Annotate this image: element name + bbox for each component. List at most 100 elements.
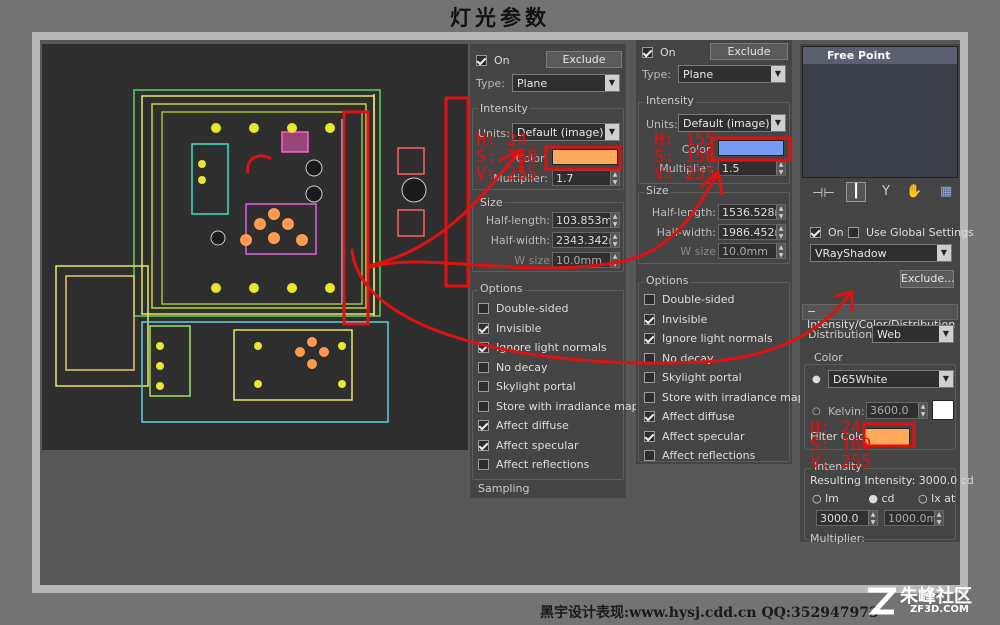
option-row[interactable]: Skylight portal — [644, 371, 742, 384]
option-checkbox[interactable] — [644, 430, 655, 442]
option-checkbox[interactable] — [478, 459, 489, 470]
option-row[interactable]: Invisible — [644, 313, 707, 326]
option-checkbox[interactable] — [644, 411, 655, 422]
option-row[interactable]: Invisible — [478, 322, 541, 335]
kelvin-spinner[interactable]: 3600.0 ▲ ▼ — [866, 402, 928, 419]
option-row[interactable]: Skylight portal — [478, 380, 576, 393]
site-logo: 朱峰社区 ZF3D.COM — [866, 582, 996, 622]
half-length-spinner[interactable]: 1536.528r ▲ ▼ — [718, 204, 786, 220]
pin-icon[interactable]: ⊣⊢ — [812, 186, 835, 201]
exclude-button[interactable]: Exclude — [710, 43, 788, 60]
color-preset-dropdown[interactable]: D65White ▼ — [828, 370, 954, 388]
option-checkbox[interactable] — [478, 303, 489, 314]
half-width-spinner[interactable]: 1986.452r ▲ ▼ — [718, 224, 786, 240]
half-length-value: 103.853m — [556, 214, 613, 227]
options-header: Options — [478, 282, 525, 295]
list-item-free-point[interactable]: Free Point — [803, 47, 957, 64]
option-checkbox[interactable] — [644, 372, 655, 383]
exclude-button[interactable]: Exclude... — [900, 270, 955, 288]
option-row[interactable]: Ignore light normals — [478, 341, 607, 354]
on-checkbox[interactable] — [476, 55, 487, 66]
option-label: No decay — [662, 351, 714, 365]
on-checkbox[interactable] — [810, 227, 821, 238]
option-checkbox[interactable] — [644, 450, 655, 461]
on-checkbox[interactable] — [642, 47, 653, 58]
option-checkbox[interactable] — [478, 420, 489, 431]
option-row[interactable]: Store with irradiance map — [644, 391, 805, 404]
on-checkbox-row[interactable]: On — [476, 54, 510, 67]
light-params-panel-2: On Exclude Type: Plane ▼ Intensity Units:… — [636, 40, 805, 464]
radio-cd[interactable]: ● — [868, 492, 881, 505]
on-checkbox-row[interactable]: On — [810, 226, 844, 239]
option-row[interactable]: No decay — [644, 352, 714, 365]
color-swatch[interactable] — [718, 140, 784, 156]
exclude-button[interactable]: Exclude — [546, 51, 622, 68]
half-width-spinner[interactable]: 2343.342n ▲ ▼ — [552, 232, 620, 248]
option-row[interactable]: Affect specular — [478, 439, 579, 452]
options-header: Options — [644, 274, 691, 287]
light-type-list[interactable]: Free Point — [802, 46, 958, 178]
rollout-header[interactable]: − Intensity/Color/Distribution — [802, 304, 958, 331]
on-checkbox-row[interactable]: On — [642, 46, 676, 59]
kelvin-color-swatch[interactable] — [932, 400, 954, 420]
logo-z-icon — [868, 587, 896, 615]
shadow-type-dropdown[interactable]: VRayShadow ▼ — [810, 244, 952, 262]
global-settings-checkbox[interactable] — [848, 227, 859, 238]
option-checkbox[interactable] — [644, 391, 655, 403]
global-settings-row[interactable]: Use Global Settings — [848, 226, 974, 239]
configure-icon[interactable]: ▦ — [940, 184, 952, 199]
multiplier-value: 1.7 — [556, 172, 574, 185]
option-row[interactable]: Affect reflections — [478, 458, 589, 471]
intensity-value-spinner[interactable]: 3000.0 ▲ ▼ — [816, 510, 878, 526]
option-row[interactable]: Affect diffuse — [478, 419, 569, 432]
w-size-spinner[interactable]: 10.0mm ▲ ▼ — [718, 243, 786, 259]
type-dropdown[interactable]: Plane ▼ — [678, 65, 786, 83]
option-row[interactable]: Affect specular — [644, 430, 745, 443]
option-checkbox[interactable] — [478, 322, 489, 334]
radio-lx[interactable]: ○ — [918, 492, 931, 505]
option-label: Affect reflections — [496, 458, 590, 471]
option-row[interactable]: Store with irradiance map — [478, 400, 639, 413]
intensity-header: Intensity — [478, 102, 530, 115]
radio-lm-label: lm — [825, 492, 839, 505]
page-title: 灯光参数 — [450, 5, 550, 30]
option-checkbox[interactable] — [478, 400, 489, 412]
funnel-icon[interactable]: Y — [882, 184, 890, 199]
option-checkbox[interactable] — [644, 333, 655, 344]
option-row[interactable]: Double-sided — [644, 293, 734, 306]
option-row[interactable]: Affect reflections — [644, 449, 755, 462]
logo-sub-text: ZF3D.COM — [910, 604, 969, 615]
option-checkbox[interactable] — [644, 294, 655, 305]
option-row[interactable]: No decay — [478, 361, 548, 374]
option-row[interactable]: Double-sided — [478, 302, 568, 315]
w-size-spinner[interactable]: 10.0mm ▲ ▼ — [552, 252, 620, 268]
option-checkbox[interactable] — [644, 352, 655, 364]
option-checkbox[interactable] — [478, 439, 489, 451]
hand-icon[interactable]: ✋ — [906, 184, 922, 199]
type-dropdown[interactable]: Plane ▼ — [512, 74, 620, 92]
radio-preset[interactable]: ● — [812, 374, 821, 385]
option-row[interactable]: Ignore light normals — [644, 332, 773, 345]
multiplier-spinner[interactable]: 1.7 ▲ ▼ — [552, 170, 620, 186]
option-label: Double-sided — [496, 302, 569, 315]
chevron-down-icon: ▼ — [771, 66, 785, 82]
shadow-type-value: VRayShadow — [815, 247, 887, 260]
half-width-value: 2343.342n — [556, 234, 616, 247]
color-header: Color — [812, 351, 845, 364]
option-checkbox[interactable] — [478, 361, 489, 373]
spinner-arrows-icon: ▲ ▼ — [610, 233, 619, 247]
half-length-spinner[interactable]: 103.853m ▲ ▼ — [552, 212, 620, 228]
option-checkbox[interactable] — [478, 381, 489, 392]
multiplier-spinner[interactable]: 1.5 ▲ ▼ — [718, 160, 786, 176]
radio-kelvin[interactable]: ○ — [812, 406, 821, 417]
distribution-dropdown[interactable]: Web ▼ — [872, 325, 954, 343]
param-icon[interactable]: ┃ — [846, 182, 866, 202]
half-length-label: Half-length: — [651, 206, 716, 219]
color-swatch[interactable] — [552, 149, 618, 165]
option-checkbox[interactable] — [644, 313, 655, 325]
distance-spinner[interactable]: 1000.0mr ▲ ▼ — [884, 510, 944, 526]
option-row[interactable]: Affect diffuse — [644, 410, 735, 423]
radio-lm[interactable]: ○ — [812, 492, 825, 505]
cad-viewport[interactable] — [42, 44, 468, 450]
option-checkbox[interactable] — [478, 342, 489, 353]
